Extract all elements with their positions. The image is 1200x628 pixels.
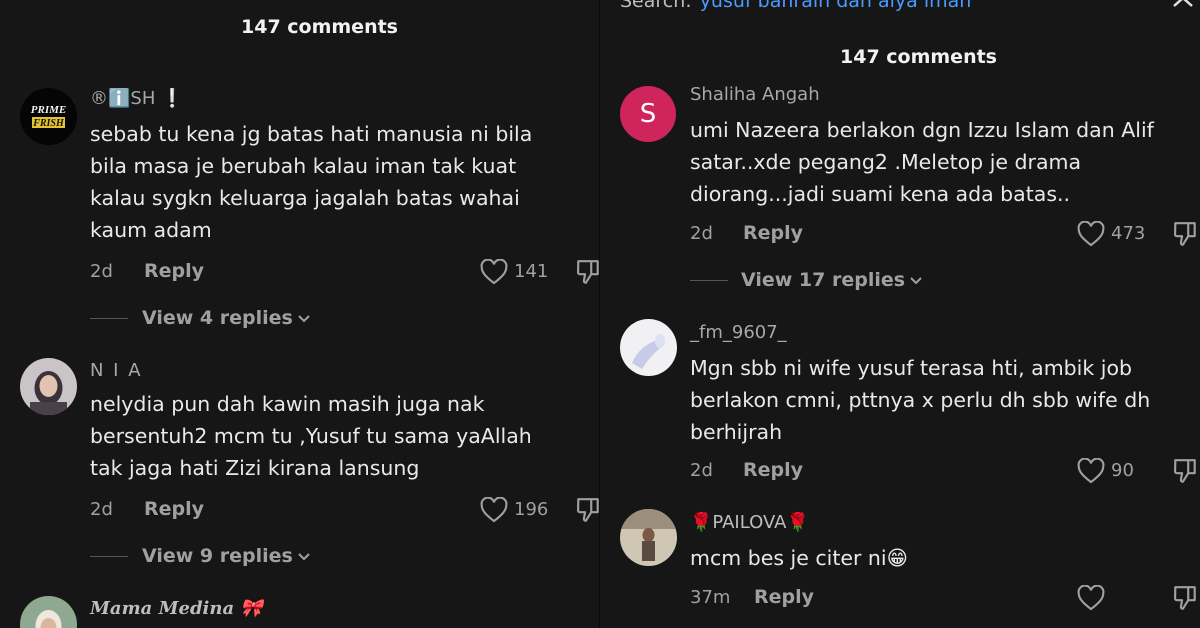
avatar[interactable]: S bbox=[620, 86, 676, 142]
right-comments-panel: Search: yusuf bahrain dan aiya iman 147 c… bbox=[600, 0, 1200, 628]
like-count: 196 bbox=[514, 499, 549, 520]
comments-count-title: 147 comments bbox=[241, 16, 398, 38]
dislike-icon[interactable] bbox=[1172, 457, 1198, 485]
replies-divider bbox=[90, 556, 128, 557]
heart-icon[interactable] bbox=[480, 259, 508, 285]
reply-button[interactable]: Reply bbox=[144, 498, 204, 520]
view-replies-button[interactable]: View 4 replies bbox=[142, 307, 311, 329]
dislike-icon[interactable] bbox=[1172, 584, 1198, 612]
avatar[interactable] bbox=[20, 596, 77, 628]
chevron-down-icon bbox=[298, 552, 310, 560]
dislike-icon[interactable] bbox=[1172, 220, 1198, 248]
reply-button[interactable]: Reply bbox=[754, 586, 814, 608]
search-label: Search: bbox=[620, 0, 692, 12]
dislike-icon[interactable] bbox=[575, 496, 600, 524]
close-icon[interactable] bbox=[1171, 0, 1197, 14]
heart-icon[interactable] bbox=[480, 497, 508, 523]
username[interactable]: Shaliha Angah bbox=[690, 84, 820, 105]
heart-icon[interactable] bbox=[1077, 458, 1105, 484]
avatar[interactable]: PRIME FRISH bbox=[20, 88, 77, 145]
username[interactable]: N I A bbox=[90, 360, 143, 381]
username[interactable]: 🌹PAILOVA🌹 bbox=[690, 512, 809, 533]
replies-divider bbox=[90, 318, 128, 319]
avatar[interactable] bbox=[20, 358, 77, 415]
left-comments-panel: 147 comments PRIME FRISH ®ℹ️SH ❕ sebab t… bbox=[0, 0, 600, 628]
avatar[interactable] bbox=[620, 509, 677, 566]
replies-divider bbox=[690, 280, 728, 281]
reply-button[interactable]: Reply bbox=[144, 260, 204, 282]
svg-text:PRIME: PRIME bbox=[31, 104, 66, 116]
svg-text:FRISH: FRISH bbox=[32, 118, 65, 129]
reply-button[interactable]: Reply bbox=[743, 459, 803, 481]
chevron-down-icon bbox=[298, 314, 310, 322]
view-replies-button[interactable]: View 9 replies bbox=[142, 545, 311, 567]
comment-text: Mgn sbb ni wife yusuf terasa hti, ambik … bbox=[690, 356, 1151, 444]
reply-button[interactable]: Reply bbox=[743, 222, 803, 244]
view-replies-button[interactable]: View 17 replies bbox=[741, 269, 923, 291]
chevron-down-icon bbox=[910, 276, 922, 284]
comments-count-title: 147 comments bbox=[840, 46, 997, 68]
comment-text: mcm bes je citer ni😁 bbox=[690, 546, 908, 570]
comment-time: 2d bbox=[690, 460, 713, 481]
heart-icon[interactable] bbox=[1077, 221, 1105, 247]
comment-time: 2d bbox=[690, 223, 713, 244]
comment-text: nelydia pun dah kawin masih juga nak ber… bbox=[90, 392, 532, 480]
username[interactable]: ®ℹ️SH ❕ bbox=[90, 88, 184, 109]
comment-time: 37m bbox=[690, 587, 731, 608]
avatar[interactable] bbox=[620, 319, 677, 376]
avatar-initial: S bbox=[639, 99, 657, 129]
dislike-icon[interactable] bbox=[575, 258, 600, 286]
heart-icon[interactable] bbox=[1077, 585, 1105, 611]
like-count: 141 bbox=[514, 261, 549, 282]
username[interactable]: Mama Medina 🎀 bbox=[90, 598, 263, 619]
like-count: 90 bbox=[1111, 460, 1134, 481]
username[interactable]: _fm_9607_ bbox=[690, 322, 787, 343]
comment-time: 2d bbox=[90, 499, 113, 520]
comment-text: umi Nazeera berlakon dgn Izzu Islam dan … bbox=[690, 118, 1154, 206]
like-count: 473 bbox=[1111, 223, 1146, 244]
comment-time: 2d bbox=[90, 261, 113, 282]
search-bar[interactable]: Search: yusuf bahrain dan aiya iman bbox=[620, 0, 971, 12]
comment-text: sebab tu kena jg batas hati manusia ni b… bbox=[90, 122, 533, 242]
search-query-link[interactable]: yusuf bahrain dan aiya iman bbox=[700, 0, 972, 12]
